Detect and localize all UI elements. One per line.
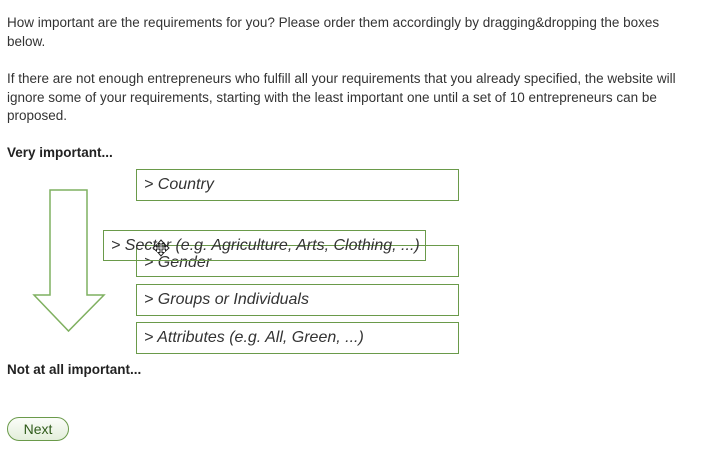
requirement-label: > Country (144, 176, 214, 193)
label-very-important: Very important... (7, 145, 113, 160)
requirement-box-attributes[interactable]: > Attributes (e.g. All, Green, ...) (136, 322, 459, 354)
requirement-box-country[interactable]: > Country (136, 169, 459, 201)
requirement-box-groups[interactable]: > Groups or Individuals (136, 284, 459, 316)
label-not-important: Not at all important... (7, 362, 142, 377)
requirement-label: > Groups or Individuals (144, 291, 309, 308)
next-button-label: Next (23, 421, 53, 437)
next-button[interactable]: Next (7, 417, 69, 441)
down-arrow-icon (32, 189, 106, 333)
instruction-text-ordering: How important are the requirements for y… (7, 15, 660, 49)
instruction-text-fallback: If there are not enough entrepreneurs wh… (7, 71, 676, 123)
move-cursor-icon (152, 239, 170, 257)
requirement-label: > Attributes (e.g. All, Green, ...) (144, 329, 364, 346)
